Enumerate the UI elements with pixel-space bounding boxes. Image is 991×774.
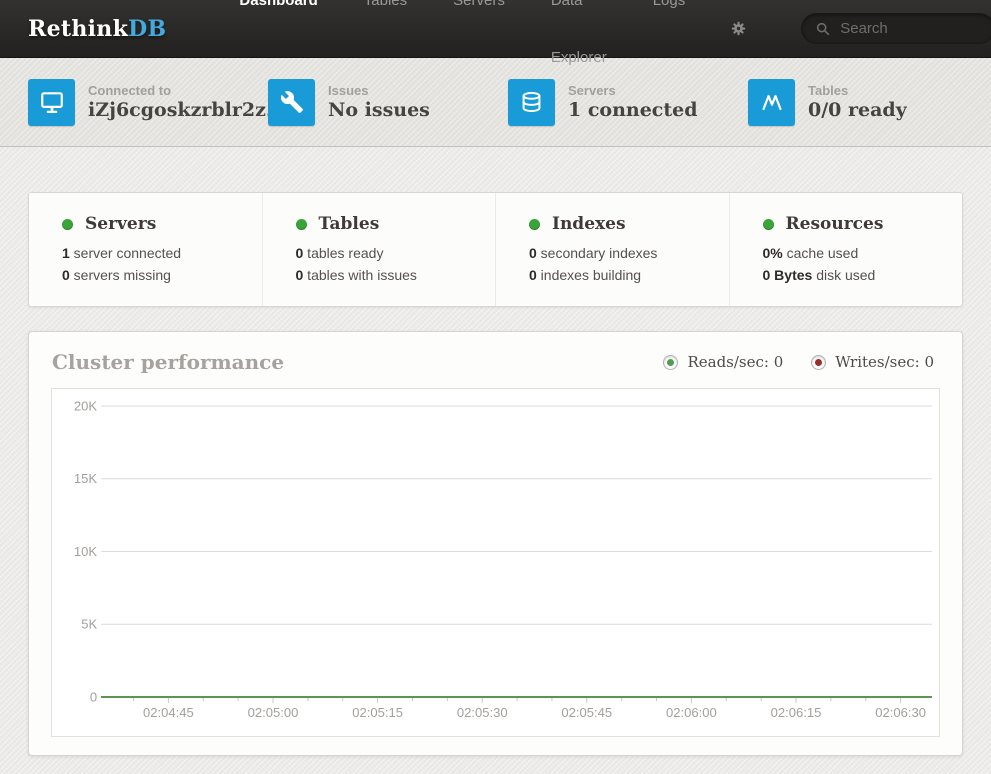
panel-title: Tables [319,214,380,234]
legend-ring-icon [811,355,826,370]
summary-panels: Servers 1 server connected0 servers missi… [28,192,963,307]
panel-title: Resources [786,214,884,234]
status-text: Connected toiZj6cgoskzrblr2z... [88,83,268,121]
legend-label: Writes/sec: 0 [835,353,934,371]
y-axis-label: 15K [74,471,98,486]
search-input[interactable] [840,20,981,37]
y-axis-label: 5K [81,617,97,632]
status-label: Servers [568,83,698,98]
chart-canvas: 20K 15K 10K 5K 0 02:04:45 02:05:00 02:05:15 02:0… [52,389,939,736]
logo-text-rethink: Rethink [28,16,128,42]
settings-gear-button[interactable] [724,14,753,43]
nav-item-tables[interactable]: Tables [341,0,430,86]
status-item-servers[interactable]: Servers1 connected [508,79,748,126]
x-axis-label: 02:05:00 [248,705,299,720]
top-navbar: RethinkDB DashboardTablesServersData Exp… [0,0,991,58]
nav-item-servers[interactable]: Servers [430,0,528,86]
panel-stat-line: 0 indexes building [529,264,729,286]
y-axis-label: 20K [74,399,98,414]
status-dot-icon [529,219,540,230]
y-axis-label: 10K [74,544,98,559]
legend-dot-icon [815,359,822,366]
status-value: No issues [328,99,430,121]
panel-title-row: Indexes [529,214,729,234]
x-axis-label: 02:05:30 [457,705,508,720]
panel-servers: Servers 1 server connected0 servers missi… [29,193,263,306]
status-text: Tables0/0 ready [808,83,907,121]
monitor-icon [28,79,75,126]
panel-stat-line: 0 tables with issues [296,264,496,286]
status-dot-icon [296,219,307,230]
panel-title: Servers [85,214,156,234]
legend-reads-sec[interactable]: Reads/sec: 0 [663,353,783,371]
nav-item-data-explorer[interactable]: Data Explorer [528,0,630,86]
legend-writes-sec[interactable]: Writes/sec: 0 [811,353,934,371]
status-text: IssuesNo issues [328,83,430,121]
search-box[interactable] [801,13,991,44]
nav-item-logs[interactable]: Logs [630,0,709,86]
x-axis-label: 02:06:15 [771,705,822,720]
wrench-icon [268,79,315,126]
panel-tables: Tables 0 tables ready0 tables with issues [263,193,497,306]
logo-text-db: DB [128,16,166,42]
panel-stat-line: 0 servers missing [62,264,262,286]
panel-stat-line: 0 Bytes disk used [763,264,963,286]
x-axis-label: 02:06:30 [875,705,926,720]
status-value: 0/0 ready [808,99,907,121]
status-value: 1 connected [568,99,698,121]
status-dot-icon [62,219,73,230]
status-text: Servers1 connected [568,83,698,121]
x-axis-label: 02:05:45 [561,705,612,720]
nav-item-dashboard[interactable]: Dashboard [216,0,340,86]
status-value: iZj6cgoskzrblr2z... [88,99,268,121]
x-axis-label: 02:04:45 [143,705,194,720]
main-nav: DashboardTablesServersData ExplorerLogs [216,0,708,86]
status-label: Issues [328,83,430,98]
panel-stat-line: 1 server connected [62,242,262,264]
status-label: Connected to [88,83,268,98]
panel-title-row: Resources [763,214,963,234]
panel-title: Indexes [552,214,626,234]
status-item-connected-to[interactable]: Connected toiZj6cgoskzrblr2z... [28,79,268,126]
legend-label: Reads/sec: 0 [687,353,783,371]
panel-stat-line: 0% cache used [763,242,963,264]
pulse-icon [748,79,795,126]
chart-legend: Reads/sec: 0 Writes/sec: 0 [663,353,934,371]
status-item-issues[interactable]: IssuesNo issues [268,79,508,126]
chart-header: Cluster performance Reads/sec: 0 Writes/s… [51,348,940,388]
legend-dot-icon [667,359,674,366]
dashboard-content: Servers 1 server connected0 servers missi… [0,147,991,756]
panel-title-row: Tables [296,214,496,234]
legend-ring-icon [663,355,678,370]
x-axis-label: 02:06:00 [666,705,717,720]
panel-resources: Resources 0% cache used0 Bytes disk used [730,193,963,306]
x-axis-label: 02:05:15 [352,705,403,720]
panel-stat-line: 0 secondary indexes [529,242,729,264]
panel-stat-line: 0 tables ready [296,242,496,264]
status-dot-icon [763,219,774,230]
cluster-performance-chart: 20K 15K 10K 5K 0 02:04:45 02:05:00 02:05:15 02:0… [51,388,940,737]
database-icon [508,79,555,126]
search-icon [815,21,831,37]
panel-indexes: Indexes 0 secondary indexes0 indexes buil… [496,193,730,306]
chart-title: Cluster performance [52,350,284,374]
panel-title-row: Servers [62,214,262,234]
y-axis-label: 0 [90,690,97,705]
rethinkdb-logo[interactable]: RethinkDB [28,16,166,42]
cluster-performance-card: Cluster performance Reads/sec: 0 Writes/s… [28,331,963,756]
status-item-tables[interactable]: Tables0/0 ready [748,79,988,126]
gear-icon [730,20,747,37]
status-label: Tables [808,83,907,98]
